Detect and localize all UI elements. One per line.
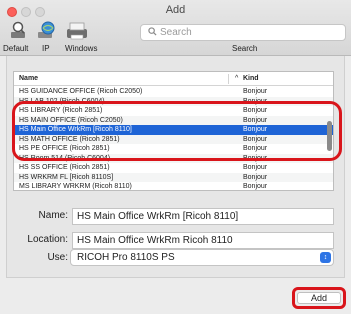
updown-chevron-icon: ↕ [320, 252, 331, 263]
column-divider [228, 74, 229, 84]
table-row[interactable]: HS SS OFFICE (Ricoh 2851) Bonjour [14, 163, 333, 173]
printer-name-cell: HS SS OFFICE (Ricoh 2851) [19, 164, 110, 171]
printer-kind-cell: Bonjour [243, 154, 268, 162]
table-row[interactable]: HS Room 514 (Ricoh C6004) Bonjour [14, 153, 333, 163]
toolbar-item-label: Windows [65, 44, 98, 53]
column-header-kind[interactable]: Kind [243, 75, 259, 82]
printer-kind-cell: Bonjour [243, 164, 268, 171]
printer-name-cell: HS Room 514 (Ricoh C6004) [19, 154, 111, 162]
windows-printer-icon [67, 22, 87, 40]
printer-kind-cell: Bonjour [243, 145, 268, 152]
add-button[interactable]: Add [297, 292, 341, 304]
use-driver-select[interactable]: RICOH Pro 8110S PS ↕ [70, 249, 334, 266]
table-row[interactable]: HS Main Office WrkRm [Ricoh 8110] Bonjour [14, 125, 333, 135]
printer-name-cell: HS GUIDANCE OFFICE (Ricoh C2050) [19, 88, 143, 95]
printer-name-cell: HS LAB 102 (Ricoh C6004) [19, 97, 105, 105]
printer-kind-cell: Bonjour [243, 97, 268, 105]
printer-name-cell: HS PE OFFICE (Ricoh 2851) [19, 145, 110, 152]
search-placeholder: Search [160, 27, 192, 38]
globe-icon [38, 21, 55, 38]
table-row[interactable]: HS MATH OFFICE (Ricoh 2851) Bonjour [14, 134, 333, 144]
sort-chevron-icon: ^ [235, 75, 239, 82]
printer-name-cell: HS MATH OFFICE (Ricoh 2851) [19, 135, 120, 143]
printer-name-cell: HS MAIN OFFICE (Ricoh C2050) [19, 116, 123, 124]
table-row[interactable]: MS LIBRARY WRKRM (Ricoh 8110) Bonjour [14, 182, 333, 190]
printer-icon [11, 21, 25, 38]
printer-list[interactable]: Name ^ Kind HS GUIDANCE OFFICE (Ricoh C2… [13, 71, 334, 191]
printer-kind-cell: Bonjour [243, 135, 268, 143]
printer-kind-cell: Bonjour [243, 173, 268, 181]
table-row[interactable]: HS WRKRM FL [Ricoh 8110S] Bonjour [14, 172, 333, 182]
toolbar: Add Default IP Windows Search Search [0, 0, 351, 56]
printer-kind-cell: Bonjour [243, 126, 268, 133]
search-field[interactable]: Search [140, 24, 346, 41]
list-scrollbar[interactable] [327, 87, 332, 190]
table-row[interactable]: HS MAIN OFFICE (Ricoh C2050) Bonjour [14, 115, 333, 125]
printer-name-cell: HS Main Office WrkRm [Ricoh 8110] [19, 126, 132, 133]
window-title: Add [165, 4, 186, 16]
printer-kind-cell: Bonjour [243, 88, 268, 95]
location-label: Location: [27, 234, 68, 245]
table-row[interactable]: HS LAB 102 (Ricoh C6004) Bonjour [14, 96, 333, 106]
location-field[interactable]: HS Main Office WrkRm Ricoh 8110 [72, 232, 334, 249]
table-row[interactable]: HS GUIDANCE OFFICE (Ricoh C2050) Bonjour [14, 87, 333, 97]
printer-name-cell: HS LIBRARY (Ricoh 2851) [19, 107, 103, 114]
scrollbar-thumb[interactable] [327, 121, 332, 151]
use-label: Use: [47, 252, 68, 263]
printer-kind-cell: Bonjour [243, 116, 268, 124]
toolbar-item-label: IP [42, 44, 50, 53]
table-header: Name ^ Kind [14, 72, 333, 86]
table-body: HS GUIDANCE OFFICE (Ricoh C2050) Bonjour H… [14, 87, 333, 190]
printer-kind-cell: Bonjour [243, 107, 268, 114]
search-label: Search [232, 44, 258, 53]
table-row[interactable]: HS PE OFFICE (Ricoh 2851) Bonjour [14, 144, 333, 154]
toolbar-item-label: Default [3, 44, 29, 53]
printer-name-cell: HS WRKRM FL [Ricoh 8110S] [19, 173, 114, 181]
name-field[interactable]: HS Main Office WrkRm [Ricoh 8110] [72, 208, 334, 225]
name-label: Name: [38, 210, 68, 221]
table-row[interactable]: HS LIBRARY (Ricoh 2851) Bonjour [14, 106, 333, 116]
annotation-highlight-add: Add [292, 287, 346, 309]
use-driver-value: RICOH Pro 8110S PS [77, 252, 175, 263]
search-icon [148, 27, 157, 36]
printer-kind-cell: Bonjour [243, 183, 268, 190]
column-header-name[interactable]: Name [19, 75, 38, 82]
printer-name-cell: MS LIBRARY WRKRM (Ricoh 8110) [19, 183, 132, 190]
add-printer-window: Add Default IP Windows Search Search Nam… [0, 0, 351, 314]
